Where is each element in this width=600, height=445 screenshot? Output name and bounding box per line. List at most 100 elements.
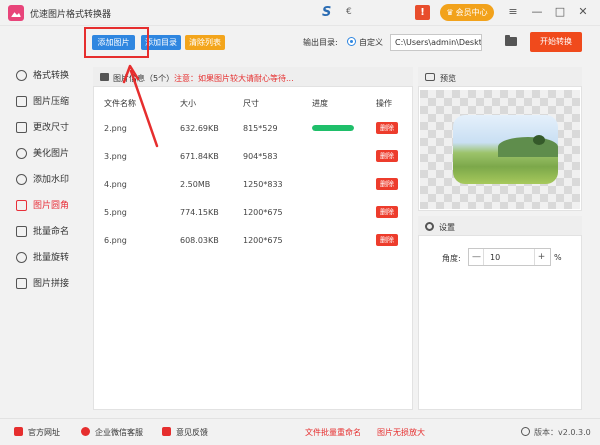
sidebar-item-label: 更改尺寸 <box>33 123 70 133</box>
resize-icon <box>16 122 27 133</box>
refresh-icon <box>16 70 27 81</box>
sidebar: 格式转换 图片压缩 更改尺寸 美化图片 添加水印 图片圆角 批量命名 批量旋转 … <box>0 61 85 416</box>
feedback-icon <box>162 427 171 436</box>
sidebar-item-stitch[interactable]: 图片拼接 <box>16 276 86 292</box>
sidebar-item-compress[interactable]: 图片压缩 <box>16 94 86 110</box>
app-title: 优速图片格式转换器 <box>30 10 112 20</box>
rename-icon <box>16 226 27 237</box>
app-logo-icon <box>8 5 24 21</box>
angle-label: 角度: <box>442 254 461 263</box>
watermark-icon <box>16 174 27 185</box>
angle-decrement-button[interactable]: — <box>470 249 484 265</box>
start-convert-button[interactable]: 开始转换 <box>530 32 582 52</box>
file-size: 2.50MB <box>180 180 211 189</box>
sidebar-item-watermark[interactable]: 添加水印 <box>16 172 86 188</box>
table-row: 3.png 671.84KB 904*583 删除 <box>94 142 412 170</box>
angle-increment-button[interactable]: + <box>534 249 548 265</box>
file-dims: 815*529 <box>243 124 278 133</box>
crown-icon: ♛ <box>446 8 454 17</box>
file-dims: 1200*675 <box>243 236 283 245</box>
delete-button[interactable]: 删除 <box>376 122 398 134</box>
settings-label: 设置 <box>439 223 455 232</box>
sidebar-item-label: 批量命名 <box>33 227 70 237</box>
file-name: 2.png <box>104 124 127 133</box>
sidebar-item-rotate[interactable]: 批量旋转 <box>16 250 86 266</box>
delete-button[interactable]: 删除 <box>376 150 398 162</box>
website-link[interactable]: 官方网址 <box>28 427 60 438</box>
delete-button[interactable]: 删除 <box>376 206 398 218</box>
file-dims: 1200*675 <box>243 208 283 217</box>
stitch-icon <box>16 278 27 289</box>
menu-icon[interactable]: ≡ <box>506 5 520 19</box>
feedback-link[interactable]: 意见反馈 <box>176 427 208 438</box>
brand-logo-icon: S <box>322 5 332 20</box>
wechat-support-link[interactable]: 企业微信客服 <box>95 427 143 438</box>
progress-bar <box>312 125 354 131</box>
settings-panel <box>418 216 582 410</box>
close-icon[interactable]: ✕ <box>576 5 590 19</box>
gift-icon[interactable]: ! <box>415 5 430 20</box>
large-image-warning: 注意：如果图片较大请耐心等待... <box>174 74 294 83</box>
brand-mark-icon: € <box>346 7 352 17</box>
rounded-corner-icon <box>16 200 27 211</box>
file-name: 5.png <box>104 208 127 217</box>
version-icon <box>521 427 530 436</box>
batch-rename-link[interactable]: 文件批量重命名 <box>305 427 361 438</box>
minimize-icon[interactable]: — <box>530 5 544 19</box>
sidebar-item-beautify[interactable]: 美化图片 <box>16 146 86 162</box>
vip-label: 会员中心 <box>455 8 488 17</box>
preview-icon <box>425 73 435 81</box>
sidebar-item-label: 图片圆角 <box>33 201 70 211</box>
angle-input[interactable]: 10 <box>490 253 500 262</box>
file-dims: 1250*833 <box>243 180 283 189</box>
landscape-hill <box>498 137 558 157</box>
column-header-progress: 进度 <box>312 99 328 108</box>
sidebar-item-label: 添加水印 <box>33 175 70 185</box>
sidebar-item-rename[interactable]: 批量命名 <box>16 224 86 240</box>
sidebar-item-format[interactable]: 格式转换 <box>16 68 86 84</box>
rotate-icon <box>16 252 27 263</box>
column-header-size: 大小 <box>180 99 196 108</box>
delete-button[interactable]: 删除 <box>376 178 398 190</box>
output-dir-label: 输出目录: <box>303 38 338 47</box>
column-header-action: 操作 <box>376 99 392 108</box>
output-path-input[interactable]: C:\Users\admin\Deskto <box>390 34 482 51</box>
custom-dir-radio[interactable] <box>347 37 356 46</box>
sidebar-item-label: 格式转换 <box>33 71 70 81</box>
angle-unit: % <box>554 253 562 262</box>
table-row: 6.png 608.03KB 1200*675 删除 <box>94 226 412 254</box>
column-header-name: 文件名称 <box>104 99 136 108</box>
website-icon <box>14 427 23 436</box>
wechat-icon <box>81 427 90 436</box>
file-size: 774.15KB <box>180 208 219 217</box>
lossless-zoom-link[interactable]: 图片无损放大 <box>377 427 425 438</box>
table-row: 2.png 632.69KB 815*529 删除 <box>94 114 412 142</box>
image-info-icon <box>100 73 109 81</box>
vip-center-button[interactable]: ♛ 会员中心 <box>440 4 494 21</box>
preview-label: 预览 <box>440 74 456 83</box>
highlight-box <box>84 27 149 58</box>
gear-icon <box>425 222 434 231</box>
delete-button[interactable]: 删除 <box>376 234 398 246</box>
file-name: 4.png <box>104 180 127 189</box>
file-name: 6.png <box>104 236 127 245</box>
maximize-icon[interactable]: □ <box>553 5 567 19</box>
beautify-icon <box>16 148 27 159</box>
file-name: 3.png <box>104 152 127 161</box>
column-header-dims: 尺寸 <box>243 99 259 108</box>
preview-image <box>453 115 558 184</box>
folder-icon[interactable] <box>505 35 517 46</box>
custom-dir-radio-label: 自定义 <box>359 38 383 47</box>
compress-icon <box>16 96 27 107</box>
sidebar-item-label: 批量旋转 <box>33 253 70 263</box>
sidebar-item-label: 美化图片 <box>33 149 70 159</box>
sidebar-item-resize[interactable]: 更改尺寸 <box>16 120 86 136</box>
footer <box>0 418 600 445</box>
sidebar-item-rounded-corner[interactable]: 图片圆角 <box>16 198 86 214</box>
landscape-tree <box>533 135 545 145</box>
image-info-label: 图片信息（5个） <box>113 74 175 83</box>
table-row: 5.png 774.15KB 1200*675 删除 <box>94 198 412 226</box>
clear-list-button[interactable]: 清除列表 <box>185 35 225 50</box>
progress-fill <box>312 125 354 131</box>
file-dims: 904*583 <box>243 152 278 161</box>
